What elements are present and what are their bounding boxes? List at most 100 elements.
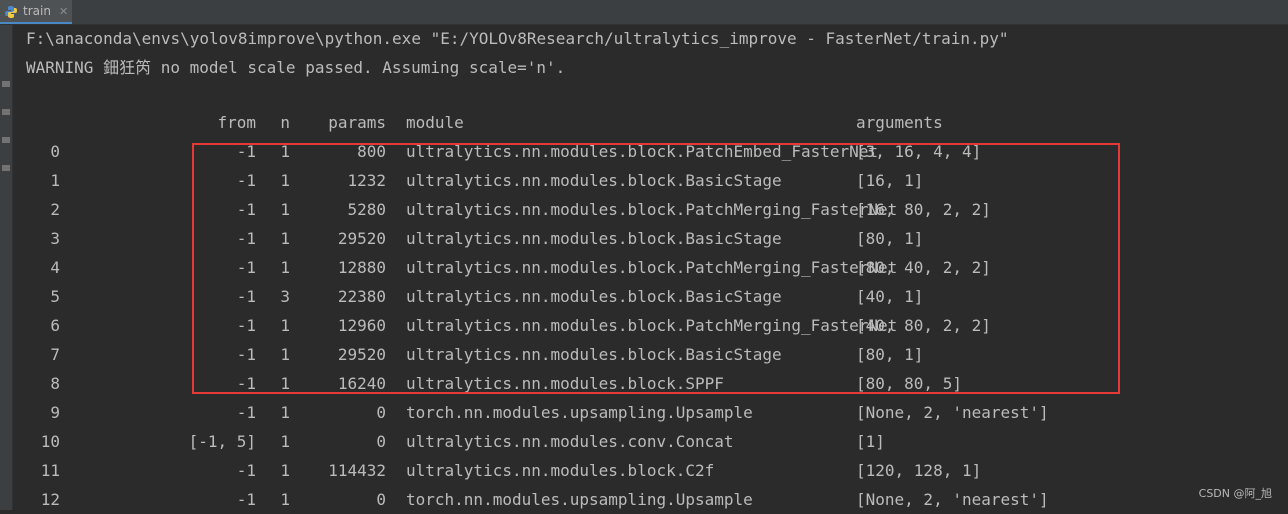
- python-icon: [4, 4, 18, 18]
- row-index: 1: [50, 171, 60, 190]
- table-row: 8 -1 1 16240 ultralytics.nn.modules.block.SP…: [26, 369, 1276, 398]
- header-module: module: [406, 113, 464, 132]
- row-n: 1: [280, 229, 290, 248]
- header-arguments: arguments: [856, 113, 943, 132]
- row-n: 1: [280, 432, 290, 451]
- row-n: 1: [280, 403, 290, 422]
- close-icon[interactable]: ✕: [59, 5, 68, 18]
- row-index: 2: [50, 200, 60, 219]
- row-n: 1: [280, 258, 290, 277]
- left-toolbar-gutter: [0, 25, 13, 510]
- row-from: -1: [236, 287, 256, 306]
- row-module: ultralytics.nn.modules.block.PatchMergin…: [406, 200, 898, 219]
- row-from: -1: [236, 142, 256, 161]
- tab-label: train: [23, 4, 51, 18]
- row-index: 0: [50, 142, 60, 161]
- row-arguments: [80, 80, 5]: [856, 374, 962, 393]
- row-n: 1: [280, 374, 290, 393]
- row-n: 1: [280, 200, 290, 219]
- row-module: ultralytics.nn.modules.block.BasicStage: [406, 345, 782, 364]
- row-params: 1232: [347, 171, 386, 190]
- row-n: 1: [280, 345, 290, 364]
- row-arguments: [1]: [856, 432, 885, 451]
- row-arguments: [80, 1]: [856, 345, 924, 364]
- row-module: ultralytics.nn.modules.block.PatchMergin…: [406, 258, 898, 277]
- table-row: 5 -1 3 22380 ultralytics.nn.modules.block.Ba…: [26, 282, 1276, 311]
- row-module: torch.nn.modules.upsampling.Upsample: [406, 403, 753, 422]
- row-params: 5280: [347, 200, 386, 219]
- header-from: from: [217, 113, 256, 132]
- command-line: F:\anaconda\envs\yolov8improve\python.ex…: [26, 29, 1009, 48]
- row-n: 3: [280, 287, 290, 306]
- run-console-output[interactable]: F:\anaconda\envs\yolov8improve\python.ex…: [26, 24, 1276, 510]
- table-row: 1 -1 1 1232 ultralytics.nn.modules.block.Bas…: [26, 166, 1276, 195]
- row-from: -1: [236, 229, 256, 248]
- row-params: 29520: [337, 229, 386, 248]
- table-row: 9 -1 1 0 torch.nn.modules.upsampling.Upsampl…: [26, 398, 1276, 427]
- row-index: 3: [50, 229, 60, 248]
- row-module: ultralytics.nn.modules.block.PatchEmbed_…: [406, 142, 879, 161]
- row-index: 10: [40, 432, 60, 451]
- row-params: 114432: [328, 461, 386, 480]
- row-arguments: [3, 16, 4, 4]: [856, 142, 982, 161]
- row-arguments: [80, 40, 2, 2]: [856, 258, 991, 277]
- row-from: -1: [236, 345, 256, 364]
- row-n: 1: [280, 171, 290, 190]
- stop-icon[interactable]: [2, 109, 10, 115]
- table-row: 6 -1 1 12960 ultralytics.nn.modules.block.Pa…: [26, 311, 1276, 340]
- row-module: ultralytics.nn.modules.block.BasicStage: [406, 287, 782, 306]
- row-params: 29520: [337, 345, 386, 364]
- row-module: ultralytics.nn.modules.block.C2f: [406, 461, 715, 480]
- row-from: -1: [236, 258, 256, 277]
- row-from: -1: [236, 316, 256, 335]
- row-params: 800: [357, 142, 386, 161]
- row-from: -1: [236, 200, 256, 219]
- row-index: 11: [40, 461, 60, 480]
- table-row: 10 [-1, 5] 1 0 ultralytics.nn.modules.conv.C…: [26, 427, 1276, 456]
- row-params: 12960: [337, 316, 386, 335]
- table-row: 11 -1 1 114432 ultralytics.nn.modules.block.…: [26, 456, 1276, 485]
- row-arguments: [40, 80, 2, 2]: [856, 316, 991, 335]
- row-from: -1: [236, 403, 256, 422]
- row-arguments: [16, 1]: [856, 171, 924, 190]
- row-params: 16240: [337, 374, 386, 393]
- row-module: ultralytics.nn.modules.conv.Concat: [406, 432, 734, 451]
- header-n: n: [280, 113, 290, 132]
- table-row: 3 -1 1 29520 ultralytics.nn.modules.block.Ba…: [26, 224, 1276, 253]
- row-arguments: [None, 2, 'nearest']: [856, 403, 1049, 422]
- row-n: 1: [280, 316, 290, 335]
- row-n: 1: [280, 461, 290, 480]
- table-header: from n params module arguments: [26, 108, 1276, 137]
- row-n: 1: [280, 142, 290, 161]
- row-from: -1: [236, 461, 256, 480]
- tool-window-tabbar: train ✕: [0, 0, 1288, 25]
- tab-train[interactable]: train ✕: [0, 0, 72, 24]
- row-module: ultralytics.nn.modules.block.SPPF: [406, 374, 724, 393]
- row-params: 12880: [337, 258, 386, 277]
- row-module: ultralytics.nn.modules.block.PatchMergin…: [406, 316, 898, 335]
- table-row: 4 -1 1 12880 ultralytics.nn.modules.block.Pa…: [26, 253, 1276, 282]
- row-arguments: [80, 1]: [856, 229, 924, 248]
- row-from: [-1, 5]: [188, 432, 256, 451]
- row-index: 6: [50, 316, 60, 335]
- row-index: 9: [50, 403, 60, 422]
- scroll-end-icon[interactable]: [2, 165, 10, 171]
- table-row: 0 -1 1 800 ultralytics.nn.modules.block.Patc…: [26, 137, 1276, 166]
- row-from: -1: [236, 374, 256, 393]
- row-index: 7: [50, 345, 60, 364]
- row-from: -1: [236, 171, 256, 190]
- row-params: 0: [376, 403, 386, 422]
- warning-line: WARNING 鈿狅笍 no model scale passed. Assum…: [26, 58, 566, 77]
- row-module: ultralytics.nn.modules.block.BasicStage: [406, 171, 782, 190]
- row-index: 5: [50, 287, 60, 306]
- row-module: ultralytics.nn.modules.block.BasicStage: [406, 229, 782, 248]
- table-row: 7 -1 1 29520 ultralytics.nn.modules.block.Ba…: [26, 340, 1276, 369]
- row-index: 8: [50, 374, 60, 393]
- wrap-icon[interactable]: [2, 137, 10, 143]
- table-row: 2 -1 1 5280 ultralytics.nn.modules.block.Pat…: [26, 195, 1276, 224]
- row-arguments: [120, 128, 1]: [856, 461, 982, 480]
- row-arguments: [16, 80, 2, 2]: [856, 200, 991, 219]
- row-index: 4: [50, 258, 60, 277]
- header-params: params: [328, 113, 386, 132]
- rerun-icon[interactable]: [2, 81, 10, 87]
